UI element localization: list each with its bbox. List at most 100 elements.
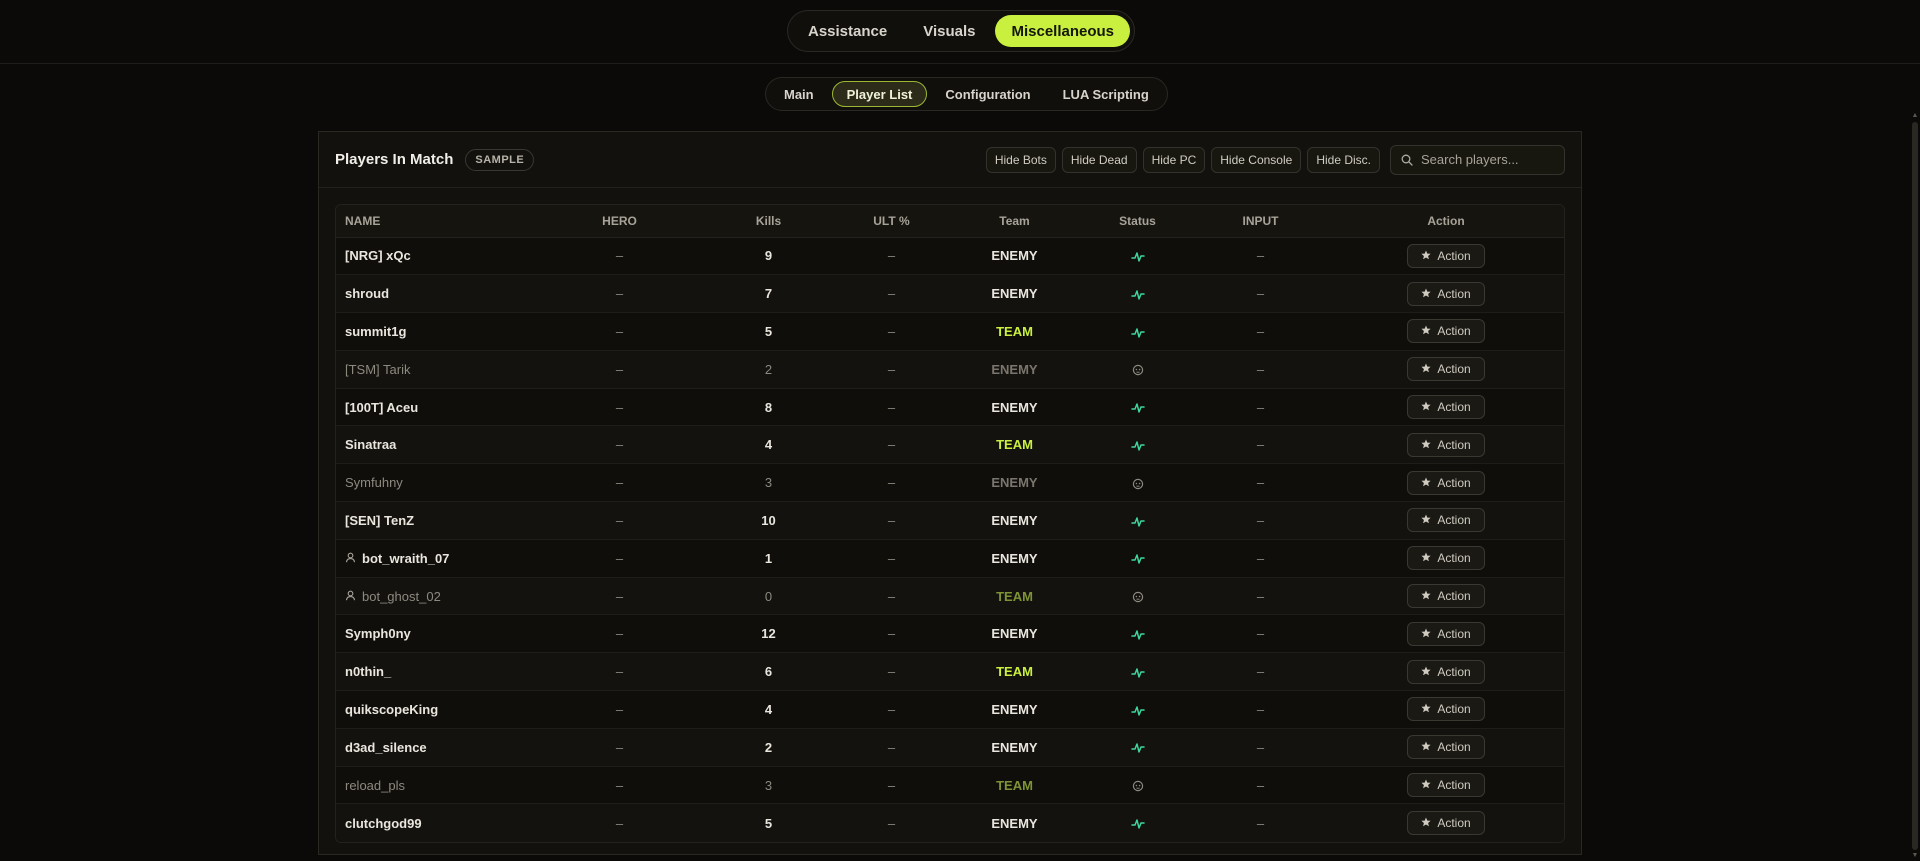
table-body: [NRG] xQc –9– ENEMY – Action shroud –7– ENEMY – A… bbox=[336, 237, 1564, 842]
action-cell: Action bbox=[1326, 766, 1564, 805]
table-row[interactable]: bot_wraith_07–1– ENEMY – Action bbox=[336, 539, 1564, 578]
action-button[interactable]: Action bbox=[1407, 508, 1485, 533]
table-row[interactable]: summit1g –5– TEAM – Action bbox=[336, 312, 1564, 351]
action-button[interactable]: Action bbox=[1407, 621, 1485, 646]
sub-tabs: Main Player List Configuration LUA Scrip… bbox=[765, 77, 1168, 111]
column-name[interactable]: NAME bbox=[336, 205, 536, 238]
players-table: NAME HERO Kills ULT % Team Status INPUT … bbox=[335, 204, 1565, 843]
hide-dead-button[interactable]: Hide Dead bbox=[1061, 146, 1137, 173]
input-cell: – bbox=[1195, 388, 1326, 427]
action-button[interactable]: Action bbox=[1407, 546, 1485, 571]
kills-cell: 12 bbox=[703, 614, 834, 654]
action-button[interactable]: Action bbox=[1407, 659, 1485, 684]
page-scrollbar[interactable] bbox=[1912, 122, 1918, 850]
kills-cell: 5 bbox=[703, 803, 834, 842]
action-label: Action bbox=[1437, 664, 1471, 679]
column-ult[interactable]: ULT % bbox=[834, 205, 949, 238]
team-cell: ENEMY bbox=[949, 690, 1080, 729]
tab-miscellaneous[interactable]: Miscellaneous bbox=[995, 15, 1131, 47]
action-button[interactable]: Action bbox=[1407, 395, 1485, 420]
hide-console-button[interactable]: Hide Console bbox=[1211, 146, 1302, 173]
action-button[interactable]: Action bbox=[1407, 470, 1485, 495]
kills-cell: 9 bbox=[703, 237, 834, 276]
search-input[interactable] bbox=[1421, 152, 1551, 167]
hero-cell: – bbox=[536, 425, 703, 465]
table-row[interactable]: Sinatraa –4– TEAM – Action bbox=[336, 425, 1564, 465]
pulse-icon bbox=[1130, 286, 1145, 301]
tab-visuals[interactable]: Visuals bbox=[907, 15, 991, 47]
player-name: [NRG] xQc bbox=[345, 248, 411, 264]
skull-icon bbox=[1132, 362, 1144, 377]
table-row[interactable]: bot_ghost_02–0– TEAM – Action bbox=[336, 577, 1564, 616]
hide-pc-button[interactable]: Hide PC bbox=[1142, 146, 1206, 173]
star-icon bbox=[1421, 249, 1431, 263]
scroll-up-arrow-icon[interactable]: ▲ bbox=[1911, 112, 1919, 120]
action-button[interactable]: Action bbox=[1407, 243, 1485, 268]
ult-cell: – bbox=[834, 577, 949, 616]
kills-cell: 1 bbox=[703, 539, 834, 578]
action-button[interactable]: Action bbox=[1407, 735, 1485, 760]
table-row[interactable]: shroud –7– ENEMY – Action bbox=[336, 274, 1564, 314]
kills-cell: 6 bbox=[703, 652, 834, 692]
pulse-icon bbox=[1130, 626, 1145, 641]
action-button[interactable]: Action bbox=[1407, 811, 1485, 836]
column-hero[interactable]: HERO bbox=[536, 205, 703, 238]
hide-disconnected-button[interactable]: Hide Disc. bbox=[1307, 146, 1380, 173]
ult-cell: – bbox=[834, 690, 949, 729]
pulse-icon bbox=[1130, 551, 1145, 566]
tab-assistance[interactable]: Assistance bbox=[792, 15, 903, 47]
search-box[interactable] bbox=[1390, 144, 1565, 175]
ult-cell: – bbox=[834, 652, 949, 692]
action-label: Action bbox=[1437, 400, 1471, 415]
panel-header: Players In Match SAMPLE Hide Bots Hide D… bbox=[319, 132, 1581, 188]
kills-cell: 3 bbox=[703, 463, 834, 503]
table-row[interactable]: reload_pls –3– TEAM – Action bbox=[336, 766, 1564, 805]
table-row[interactable]: [NRG] xQc –9– ENEMY – Action bbox=[336, 237, 1564, 276]
subtab-lua-scripting[interactable]: LUA Scripting bbox=[1049, 81, 1163, 107]
hide-bots-button[interactable]: Hide Bots bbox=[985, 146, 1056, 173]
table-row[interactable]: d3ad_silence –2– ENEMY – Action bbox=[336, 728, 1564, 767]
team-cell: ENEMY bbox=[949, 463, 1080, 503]
input-cell: – bbox=[1195, 766, 1326, 805]
input-cell: – bbox=[1195, 652, 1326, 692]
action-cell: Action bbox=[1326, 614, 1564, 654]
action-button[interactable]: Action bbox=[1407, 697, 1485, 722]
action-button[interactable]: Action bbox=[1407, 281, 1485, 306]
status-cell bbox=[1080, 577, 1195, 616]
subtab-configuration[interactable]: Configuration bbox=[931, 81, 1044, 107]
table-row[interactable]: Symph0ny –12– ENEMY – Action bbox=[336, 614, 1564, 654]
hero-cell: – bbox=[536, 274, 703, 314]
action-button[interactable]: Action bbox=[1407, 357, 1485, 382]
subtab-player-list[interactable]: Player List bbox=[831, 81, 928, 107]
team-cell: ENEMY bbox=[949, 237, 1080, 276]
subtab-main[interactable]: Main bbox=[770, 81, 828, 107]
star-icon bbox=[1421, 551, 1431, 565]
star-icon bbox=[1421, 438, 1431, 452]
team-cell: TEAM bbox=[949, 577, 1080, 616]
table-row[interactable]: clutchgod99–5– ENEMY – Action bbox=[336, 803, 1564, 842]
table-row[interactable]: [TSM] Tarik –2– ENEMY – Action bbox=[336, 350, 1564, 389]
scroll-down-arrow-icon[interactable]: ▼ bbox=[1911, 852, 1919, 860]
action-button[interactable]: Action bbox=[1407, 584, 1485, 609]
table-row[interactable]: [SEN] TenZ –10– ENEMY – Action bbox=[336, 501, 1564, 540]
player-name-cell: clutchgod99 bbox=[336, 803, 536, 842]
column-team[interactable]: Team bbox=[949, 205, 1080, 238]
table-row[interactable]: n0thin_ –6– TEAM – Action bbox=[336, 652, 1564, 692]
column-kills[interactable]: Kills bbox=[703, 205, 834, 238]
action-button[interactable]: Action bbox=[1407, 319, 1485, 344]
input-cell: – bbox=[1195, 425, 1326, 465]
action-button[interactable]: Action bbox=[1407, 432, 1485, 457]
table-row[interactable]: quikscopeKing –4– ENEMY – Action bbox=[336, 690, 1564, 729]
player-name-cell: bot_ghost_02 bbox=[336, 577, 536, 616]
player-name-cell: [100T] Aceu bbox=[336, 388, 536, 427]
skull-icon bbox=[1132, 589, 1144, 604]
column-input[interactable]: INPUT bbox=[1195, 205, 1326, 238]
column-status[interactable]: Status bbox=[1080, 205, 1195, 238]
sample-badge: SAMPLE bbox=[465, 148, 535, 171]
table-row[interactable]: Symfuhny –3– ENEMY – Action bbox=[336, 463, 1564, 503]
table-row[interactable]: [100T] Aceu –8– ENEMY – Action bbox=[336, 388, 1564, 427]
star-icon bbox=[1421, 362, 1431, 376]
action-button[interactable]: Action bbox=[1407, 773, 1485, 798]
kills-cell: 10 bbox=[703, 501, 834, 540]
action-label: Action bbox=[1437, 551, 1471, 566]
